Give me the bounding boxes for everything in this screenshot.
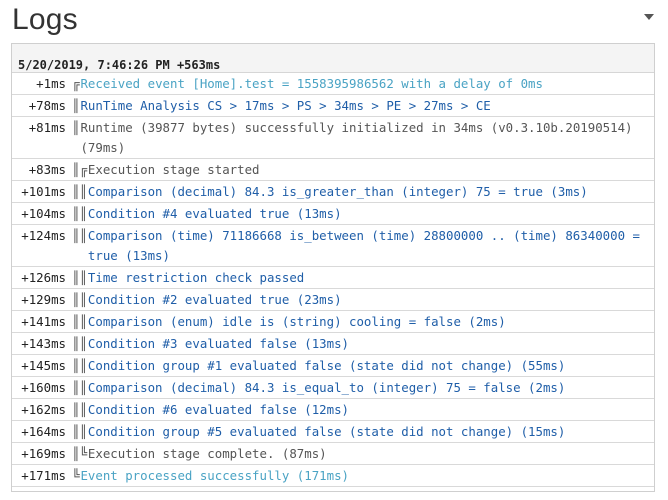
log-row: +169ms ║╚ Execution stage complete. (87ms) (12, 443, 654, 465)
log-row: +129ms ║║ Condition #2 evaluated true (23m… (12, 289, 654, 311)
log-row-delta: +143ms (21, 335, 66, 351)
log-row-delta: +104ms (21, 205, 66, 221)
log-row-delta: +160ms (21, 379, 66, 395)
log-row: +101ms ║║ Comparison (decimal) 84.3 is_gre… (12, 181, 654, 203)
log-row-tree-icon: ║╚ (72, 445, 87, 461)
log-row-message: Received event [Home].test = 15583959865… (80, 75, 543, 91)
log-row-message: RunTime Analysis CS > 17ms > PS > 34ms >… (80, 97, 491, 113)
log-row-message: Event processed successfully (171ms) (80, 467, 350, 483)
page-title: Logs (12, 3, 78, 36)
log-row: +78ms ║ RunTime Analysis CS > 17ms > PS > … (12, 95, 654, 117)
log-row-message: Condition group #1 evaluated false (stat… (87, 357, 566, 373)
log-row-tree-icon: ║║ (72, 335, 87, 351)
log-row: +141ms ║║ Comparison (enum) idle is (strin… (12, 311, 654, 333)
log-row: +126ms ║║ Time restriction check passed (12, 267, 654, 289)
log-row-tree-icon: ║║ (72, 227, 87, 243)
log-row: +164ms ║║ Condition group #5 evaluated fal… (12, 421, 654, 443)
log-row-message: Condition #4 evaluated true (13ms) (87, 205, 342, 221)
log-row-delta: +83ms (28, 161, 66, 177)
log-row-tree-icon: ║╔ (72, 161, 87, 177)
log-row-tree-icon: ║ (72, 119, 80, 135)
log-row-delta: +101ms (21, 183, 66, 199)
log-row-tree-icon: ║║ (72, 269, 87, 285)
log-timestamp: 5/20/2019, 7:46:26 PM +563ms (18, 58, 221, 72)
log-row-delta: +162ms (21, 401, 66, 417)
log-row-message: Comparison (decimal) 84.3 is_equal_to (i… (87, 379, 566, 395)
log-row-delta: +126ms (21, 269, 66, 285)
log-row-tree-icon: ║ (72, 97, 80, 113)
log-panel: 5/20/2019, 7:46:26 PM +563ms +1ms ╔ Receiv… (11, 43, 655, 492)
log-row: +145ms ║║ Condition group #1 evaluated fal… (12, 355, 654, 377)
log-row-message: Execution stage started (87, 161, 260, 177)
log-row: +81ms ║ Runtime (39877 bytes) successfully… (12, 117, 654, 159)
log-row: +160ms ║║ Comparison (decimal) 84.3 is_equ… (12, 377, 654, 399)
log-rows: +1ms ╔ Received event [Home].test = 155839… (12, 73, 654, 487)
log-row-tree-icon: ║║ (72, 205, 87, 221)
log-row-tree-icon: ║║ (72, 357, 87, 373)
log-row-delta: +164ms (21, 423, 66, 439)
log-row-message: Condition group #5 evaluated false (stat… (87, 423, 566, 439)
log-row-delta: +169ms (21, 445, 66, 461)
log-row-message: Execution stage complete. (87ms) (87, 445, 327, 461)
log-row-message: Condition #2 evaluated true (23ms) (87, 291, 342, 307)
log-row-delta: +124ms (21, 227, 66, 243)
chevron-down-icon[interactable] (644, 14, 654, 20)
log-row-tree-icon: ╚ (72, 467, 80, 483)
log-row-tree-icon: ╔ (72, 75, 80, 91)
log-row-delta: +171ms (21, 467, 66, 483)
log-row: +1ms ╔ Received event [Home].test = 155839… (12, 73, 654, 95)
log-row-delta: +145ms (21, 357, 66, 373)
log-row-delta: +1ms (36, 75, 66, 91)
log-row-tree-icon: ║║ (72, 423, 87, 439)
log-row-message: Comparison (decimal) 84.3 is_greater_tha… (87, 183, 588, 199)
log-row: +83ms ║╔ Execution stage started (12, 159, 654, 181)
log-row-tree-icon: ║║ (72, 313, 87, 329)
log-row-message: Time restriction check passed (87, 269, 305, 285)
log-row-delta: +78ms (28, 97, 66, 113)
log-row-delta: +141ms (21, 313, 66, 329)
log-row-message: Runtime (39877 bytes) successfully initi… (80, 119, 640, 155)
log-row-tree-icon: ║║ (72, 291, 87, 307)
log-row-message: Condition #3 evaluated false (13ms) (87, 335, 350, 351)
log-row-message: Comparison (time) 71186668 is_between (t… (87, 227, 648, 263)
log-row: +162ms ║║ Condition #6 evaluated false (12… (12, 399, 654, 421)
log-timestamp-header: 5/20/2019, 7:46:26 PM +563ms (12, 44, 654, 73)
log-row-message: Comparison (enum) idle is (string) cooli… (87, 313, 506, 329)
log-row: +171ms ╚ Event processed successfully (171… (12, 465, 654, 487)
log-row-message: Condition #6 evaluated false (12ms) (87, 401, 350, 417)
log-row: +143ms ║║ Condition #3 evaluated false (13… (12, 333, 654, 355)
log-row: +104ms ║║ Condition #4 evaluated true (13m… (12, 203, 654, 225)
log-row-tree-icon: ║║ (72, 183, 87, 199)
log-row-tree-icon: ║║ (72, 379, 87, 395)
log-row-delta: +81ms (28, 119, 66, 135)
page-header: Logs (0, 0, 668, 44)
log-row: +124ms ║║ Comparison (time) 71186668 is_be… (12, 225, 654, 267)
log-row-delta: +129ms (21, 291, 66, 307)
log-row-tree-icon: ║║ (72, 401, 87, 417)
